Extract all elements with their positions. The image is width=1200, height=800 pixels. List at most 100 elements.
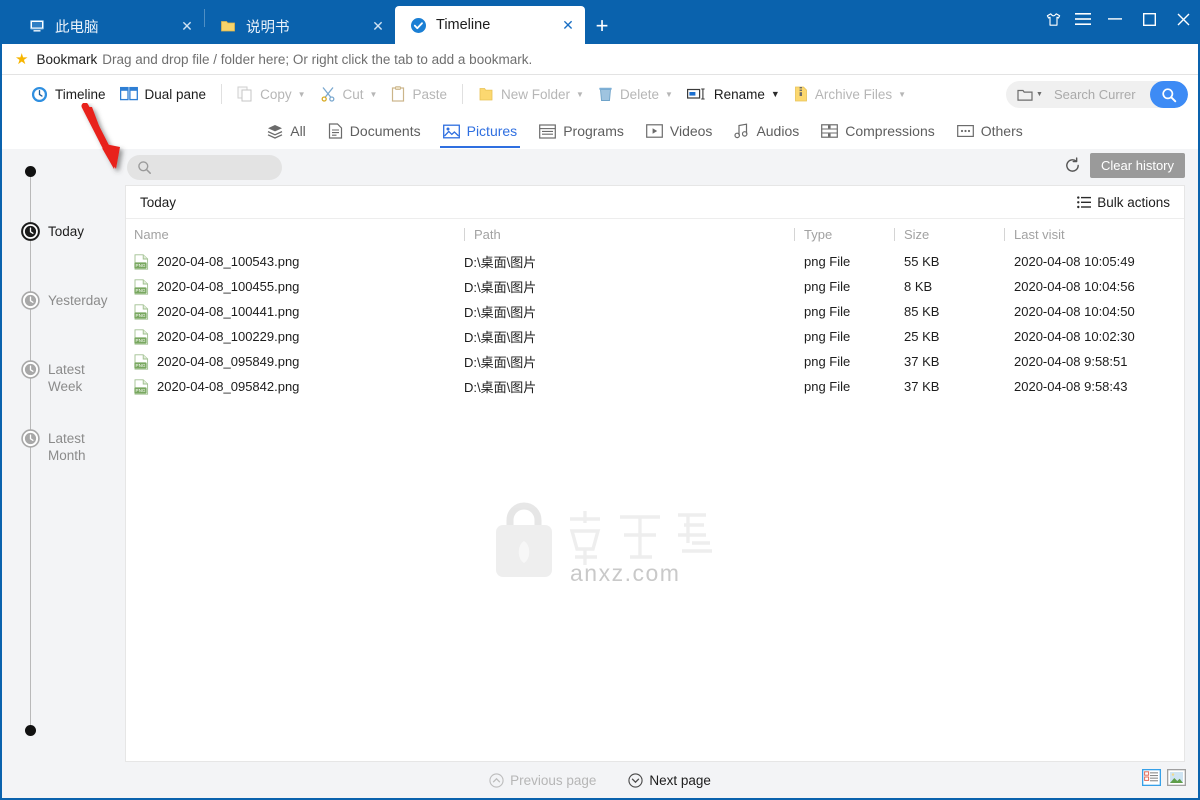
column-header-size[interactable]: Size: [894, 227, 1004, 242]
rail-item-latest-month[interactable]: Latest Month: [2, 429, 124, 464]
others-icon: [956, 124, 974, 138]
column-header-path[interactable]: Path: [464, 227, 794, 242]
search-input[interactable]: Search Currer: [1047, 87, 1150, 102]
toolbar-item-label: Rename: [713, 86, 765, 102]
rail-item-label: Yesterday: [48, 293, 108, 308]
category-tab-videos[interactable]: Videos: [635, 114, 724, 148]
category-tab-pictures[interactable]: Pictures: [432, 114, 529, 148]
toolbar-item-label: Timeline: [55, 86, 106, 102]
trash-icon: [598, 86, 613, 102]
list-view-icon[interactable]: [1141, 768, 1162, 791]
table-row[interactable]: PNG 2020-04-08_095849.png D:\桌面\图片 png File…: [126, 349, 1184, 374]
close-icon[interactable]: ✕: [559, 16, 577, 34]
folder-scope-icon[interactable]: ▼: [1006, 88, 1047, 102]
column-header-last-visit[interactable]: Last visit: [1004, 227, 1184, 242]
cell-size: 37 KB: [904, 379, 940, 394]
chevron-down-icon[interactable]: ▼: [771, 89, 780, 99]
table-row[interactable]: PNG 2020-04-08_100543.png D:\桌面\图片 png File…: [126, 249, 1184, 274]
category-tab-label: Programs: [563, 123, 624, 139]
toolbar-delete-button[interactable]: Delete ▼: [591, 80, 680, 108]
toolbar-timeline-button[interactable]: Timeline: [24, 80, 113, 108]
cell-type: png File: [804, 254, 851, 269]
cell-size: 55 KB: [904, 254, 940, 269]
category-tab-audios[interactable]: Audios: [723, 114, 810, 148]
refresh-icon[interactable]: [1064, 157, 1081, 174]
toolbar-paste-button[interactable]: Paste: [384, 80, 454, 108]
tab-timeline[interactable]: Timeline ✕: [395, 6, 585, 44]
rail-item-label: Latest Week: [48, 362, 85, 394]
toolbar-item-label: Cut: [342, 86, 364, 102]
cell-name: PNG 2020-04-08_100229.png: [134, 328, 464, 345]
chevron-down-icon[interactable]: ▼: [370, 90, 378, 99]
table-row[interactable]: PNG 2020-04-08_095842.png D:\桌面\图片 png File…: [126, 374, 1184, 399]
filter-row: Clear history: [124, 149, 1185, 185]
cell-type: png File: [804, 279, 851, 294]
toolbar-rename-button[interactable]: Rename ▼: [680, 80, 787, 108]
rail-item-yesterday[interactable]: Yesterday: [2, 291, 124, 310]
thumbnail-view-icon[interactable]: [1166, 768, 1187, 791]
group-title: Today: [140, 194, 177, 210]
rail-item-today[interactable]: Today: [2, 222, 124, 241]
svg-text:PNG: PNG: [136, 263, 146, 268]
category-tab-documents[interactable]: Documents: [317, 114, 432, 148]
star-icon: ★: [15, 51, 29, 68]
table-row[interactable]: PNG 2020-04-08_100441.png D:\桌面\图片 png File…: [126, 299, 1184, 324]
list-icon: [1077, 195, 1092, 209]
chevron-down-icon[interactable]: ▼: [298, 90, 306, 99]
toolbar-item-label: Paste: [412, 86, 447, 102]
tab-this-pc[interactable]: 此电脑 ✕: [14, 8, 204, 44]
close-icon[interactable]: ✕: [369, 17, 387, 35]
toolbar-item-label: Archive Files: [814, 86, 893, 102]
minimize-icon[interactable]: [1098, 0, 1132, 38]
chevron-down-icon[interactable]: ▼: [576, 90, 584, 99]
file-rows: PNG 2020-04-08_100543.png D:\桌面\图片 png File…: [126, 249, 1184, 761]
file-name: 2020-04-08_095849.png: [157, 354, 300, 369]
tab-manual[interactable]: 说明书 ✕: [205, 8, 395, 44]
search-icon[interactable]: [1150, 81, 1188, 108]
close-icon[interactable]: ✕: [178, 17, 196, 35]
clear-history-button[interactable]: Clear history: [1090, 153, 1185, 178]
filter-input[interactable]: [127, 154, 282, 180]
toolbar-item-label: New Folder: [500, 86, 571, 102]
search-box[interactable]: ▼ Search Currer: [1006, 81, 1188, 108]
cell-path: D:\桌面\图片: [464, 330, 537, 345]
chevron-down-icon[interactable]: ▼: [898, 90, 906, 99]
previous-page-button[interactable]: Previous page: [489, 773, 596, 788]
rail-dot-top: [25, 166, 36, 177]
bulk-actions-button[interactable]: Bulk actions: [1077, 195, 1170, 210]
category-tab-label: Videos: [669, 123, 713, 139]
hamburger-menu-icon[interactable]: [1068, 0, 1098, 38]
clock-icon: [31, 86, 48, 103]
next-page-button[interactable]: Next page: [628, 773, 711, 788]
file-name: 2020-04-08_100229.png: [157, 329, 300, 344]
bookmark-bar[interactable]: ★ Bookmark Drag and drop file / folder h…: [2, 44, 1198, 75]
picture-icon: [442, 124, 460, 139]
maximize-icon[interactable]: [1132, 0, 1166, 38]
column-header-name[interactable]: Name: [134, 227, 464, 242]
category-tab-bar: All Documents Pictures Programs Videos A…: [2, 113, 1198, 149]
main-area: Today Yesterday Latest Week Latest Month…: [2, 149, 1198, 762]
table-row[interactable]: PNG 2020-04-08_100455.png D:\桌面\图片 png File…: [126, 274, 1184, 299]
rail-item-latest-week[interactable]: Latest Week: [2, 360, 124, 395]
toolbar-cut-button[interactable]: Cut ▼: [313, 80, 385, 108]
close-icon[interactable]: [1166, 0, 1200, 38]
toolbar-copy-button[interactable]: Copy ▼: [230, 80, 312, 108]
archive-icon: [794, 86, 808, 102]
new-tab-button[interactable]: +: [585, 8, 619, 44]
toolbar-dual-pane-button[interactable]: Dual pane: [113, 80, 214, 108]
cell-type: png File: [804, 329, 851, 344]
clock-icon: [21, 360, 40, 379]
category-tab-compressions[interactable]: Compressions: [810, 114, 945, 148]
column-header-type[interactable]: Type: [794, 227, 894, 242]
category-tab-programs[interactable]: Programs: [528, 114, 635, 148]
svg-text:PNG: PNG: [136, 388, 146, 393]
chevron-down-icon[interactable]: ▼: [665, 90, 673, 99]
toolbar-archive-files-button[interactable]: Archive Files ▼: [787, 80, 913, 108]
shirt-icon[interactable]: [1038, 0, 1068, 38]
chevron-down-icon[interactable]: ▼: [1036, 91, 1043, 98]
category-tab-all[interactable]: All: [256, 114, 317, 148]
timeline-file-manager-window: 此电脑 ✕ 说明书 ✕ Timeline ✕ + ★ Bookmark Drag…: [0, 0, 1200, 800]
category-tab-others[interactable]: Others: [946, 114, 1034, 148]
toolbar-new-folder-button[interactable]: New Folder ▼: [471, 80, 591, 108]
table-row[interactable]: PNG 2020-04-08_100229.png D:\桌面\图片 png File…: [126, 324, 1184, 349]
